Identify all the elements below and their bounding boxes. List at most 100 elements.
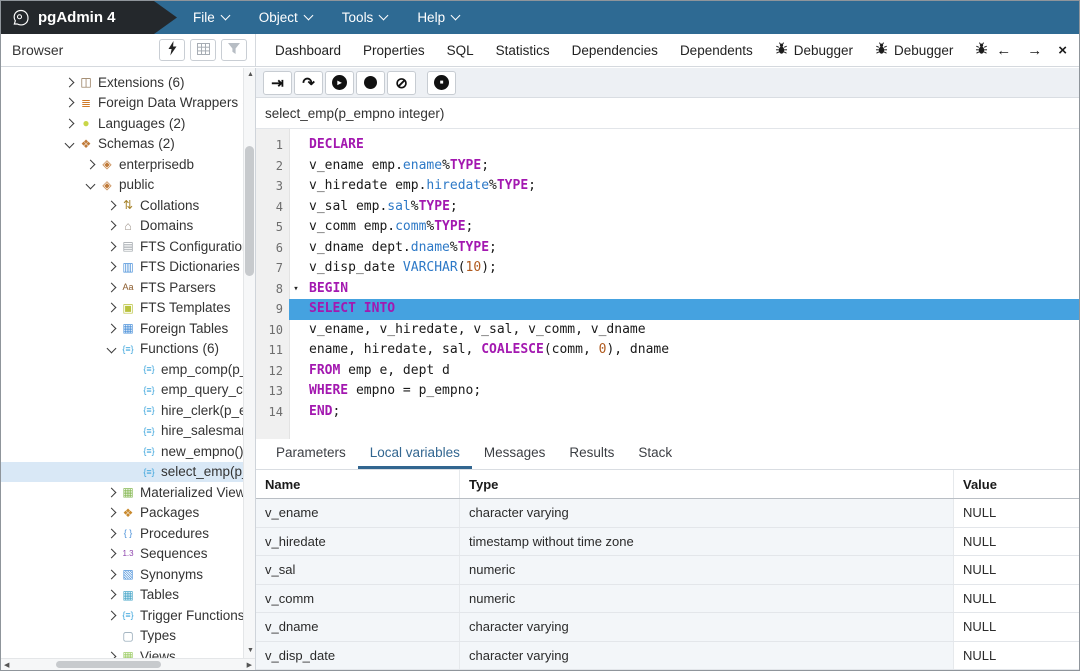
tree-item-materialized-views[interactable]: ▦Materialized Views [1, 482, 243, 503]
chevron-right-icon[interactable] [61, 79, 77, 86]
vertical-scroll-thumb[interactable] [245, 146, 254, 276]
variable-value-cell[interactable]: NULL [954, 528, 1079, 556]
chevron-right-icon[interactable] [103, 263, 119, 270]
chevron-right-icon[interactable] [103, 530, 119, 537]
tab-dependents[interactable]: Dependents [669, 34, 764, 66]
tab-dependencies[interactable]: Dependencies [561, 34, 669, 66]
tab-sql[interactable]: SQL [436, 34, 485, 66]
variable-value-cell[interactable]: NULL [954, 642, 1079, 670]
tab-statistics[interactable]: Statistics [485, 34, 561, 66]
tab-properties[interactable]: Properties [352, 34, 436, 66]
tree-item-public[interactable]: ◈public [1, 175, 243, 196]
tree-item-functions[interactable]: {≡}Functions(6) [1, 339, 243, 360]
chevron-down-icon[interactable] [82, 181, 98, 188]
continue-button[interactable]: ▸ [325, 71, 354, 95]
tree-item-fts-templates[interactable]: ▣FTS Templates [1, 298, 243, 319]
line-number[interactable]: 5 [256, 217, 289, 238]
tree-item-extensions[interactable]: ◫Extensions(6) [1, 72, 243, 93]
line-number[interactable]: 1 [256, 135, 289, 156]
chevron-right-icon[interactable] [103, 509, 119, 516]
clear-breakpoints-button[interactable]: ⊘ [387, 71, 416, 95]
tab-debugger-2[interactable]: Debugger [864, 34, 964, 66]
bottom-tab-local-variables[interactable]: Local variables [358, 439, 472, 469]
editor-line-12[interactable]: 12FROM emp e, dept d [256, 361, 1079, 382]
tree-item-domains[interactable]: ⌂Domains [1, 216, 243, 237]
tree-item-emp-comp-p-s[interactable]: {≡}emp_comp(p_s [1, 359, 243, 380]
chevron-right-icon[interactable] [103, 284, 119, 291]
bottom-tab-messages[interactable]: Messages [472, 439, 558, 469]
variable-row-v_dname[interactable]: v_dnamecharacter varyingNULL [256, 613, 1079, 642]
toggle-breakpoint-button[interactable] [356, 71, 385, 95]
scroll-left-icon[interactable]: ◀ [4, 661, 9, 670]
chevron-right-icon[interactable] [103, 222, 119, 229]
editor-line-3[interactable]: 3v_hiredate emp.hiredate%TYPE; [256, 176, 1079, 197]
chevron-right-icon[interactable] [103, 304, 119, 311]
chevron-right-icon[interactable] [103, 243, 119, 250]
scroll-right-icon[interactable]: ▶ [247, 661, 252, 670]
tree-item-emp-query-cal[interactable]: {≡}emp_query_cal [1, 380, 243, 401]
tree-item-languages[interactable]: ●Languages(2) [1, 113, 243, 134]
chevron-right-icon[interactable] [103, 325, 119, 332]
editor-line-5[interactable]: 5v_comm emp.comm%TYPE; [256, 217, 1079, 238]
connect-button[interactable] [159, 39, 185, 61]
menu-file[interactable]: File [193, 10, 229, 25]
step-over-button[interactable]: ↷ [294, 71, 323, 95]
scroll-up-icon[interactable]: ▲ [247, 70, 254, 80]
line-number[interactable]: 9 [256, 299, 289, 320]
tree-item-sequences[interactable]: 1.3Sequences [1, 544, 243, 565]
chevron-right-icon[interactable] [103, 591, 119, 598]
menu-object[interactable]: Object [259, 10, 312, 25]
editor-line-8[interactable]: 8▾BEGIN [256, 279, 1079, 300]
tree-item-hire-clerk-p-en[interactable]: {≡}hire_clerk(p_en [1, 400, 243, 421]
tree-item-views[interactable]: ▦Views [1, 646, 243, 658]
tree-item-fts-configurations[interactable]: ▤FTS Configurations [1, 236, 243, 257]
tree-item-procedures[interactable]: { }Procedures [1, 523, 243, 544]
scroll-down-icon[interactable]: ▼ [247, 646, 254, 656]
line-number[interactable]: 2 [256, 156, 289, 177]
chevron-down-icon[interactable] [61, 140, 77, 147]
variable-value-cell[interactable]: NULL [954, 499, 1079, 527]
line-number[interactable]: 10 [256, 320, 289, 341]
editor-line-6[interactable]: 6v_dname dept.dname%TYPE; [256, 238, 1079, 259]
menu-tools[interactable]: Tools [342, 10, 388, 25]
editor-line-4[interactable]: 4v_sal emp.sal%TYPE; [256, 197, 1079, 218]
tree-item-fts-dictionaries[interactable]: ▥FTS Dictionaries [1, 257, 243, 278]
editor-line-11[interactable]: 11ename, hiredate, sal, COALESCE(comm, 0… [256, 340, 1079, 361]
tree-item-collations[interactable]: ⇅Collations [1, 195, 243, 216]
line-number[interactable]: 6 [256, 238, 289, 259]
editor-line-2[interactable]: 2v_ename emp.ename%TYPE; [256, 156, 1079, 177]
editor-line-13[interactable]: 13WHERE empno = p_empno; [256, 381, 1079, 402]
close-icon[interactable]: × [1058, 42, 1067, 59]
editor-line-14[interactable]: 14END; [256, 402, 1079, 423]
variable-value-cell[interactable]: NULL [954, 556, 1079, 584]
tree-item-packages[interactable]: ❖Packages [1, 503, 243, 524]
line-number[interactable]: 4 [256, 197, 289, 218]
chevron-right-icon[interactable] [103, 550, 119, 557]
code-editor[interactable]: 1DECLARE2v_ename emp.ename%TYPE;3v_hired… [256, 129, 1079, 439]
tree-item-hire-salesman[interactable]: {≡}hire_salesman( [1, 421, 243, 442]
chevron-right-icon[interactable] [103, 489, 119, 496]
chevron-right-icon[interactable] [61, 99, 77, 106]
menu-help[interactable]: Help [417, 10, 459, 25]
line-number[interactable]: 13 [256, 381, 289, 402]
filter-button[interactable] [221, 39, 247, 61]
tree-item-select-emp-p-e[interactable]: {≡}select_emp(p_e [1, 462, 243, 483]
tab-scroll-forward-icon[interactable]: → [1027, 42, 1042, 59]
bottom-tab-stack[interactable]: Stack [626, 439, 684, 469]
sidebar-vertical-scrollbar[interactable]: ▲ ▼ [243, 68, 255, 658]
bottom-tab-parameters[interactable]: Parameters [264, 439, 358, 469]
grid-button[interactable] [190, 39, 216, 61]
tree-item-foreign-data-wrappers[interactable]: ≣Foreign Data Wrappers(2 [1, 93, 243, 114]
line-number[interactable]: 7 [256, 258, 289, 279]
chevron-down-icon[interactable] [103, 345, 119, 352]
tree-item-synonyms[interactable]: ▧Synonyms [1, 564, 243, 585]
chevron-right-icon[interactable] [61, 120, 77, 127]
sidebar-horizontal-scrollbar[interactable]: ◀ ▶ [1, 658, 255, 670]
tab-debugger-1[interactable]: Debugger [764, 34, 864, 66]
tree-item-new-empno[interactable]: {≡}new_empno() [1, 441, 243, 462]
line-number[interactable]: 14 [256, 402, 289, 423]
tree-item-fts-parsers[interactable]: AaFTS Parsers [1, 277, 243, 298]
chevron-right-icon[interactable] [82, 161, 98, 168]
variable-row-v_hiredate[interactable]: v_hiredatetimestamp without time zoneNUL… [256, 528, 1079, 557]
line-number[interactable]: 11 [256, 340, 289, 361]
